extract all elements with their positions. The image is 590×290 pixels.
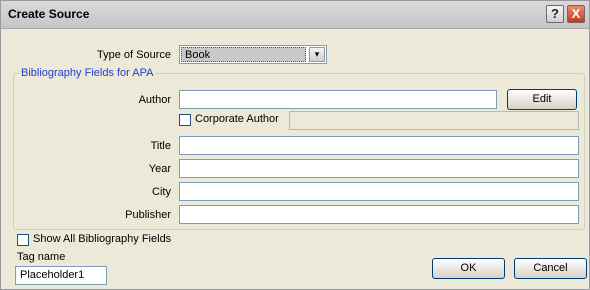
publisher-field[interactable] [179, 205, 579, 224]
author-label: Author [138, 94, 171, 106]
city-field[interactable] [179, 182, 579, 201]
close-icon: X [571, 6, 581, 21]
cancel-button[interactable]: Cancel [514, 258, 587, 279]
dialog-title: Create Source [8, 7, 90, 21]
corporate-author-checkbox[interactable] [179, 114, 191, 126]
title-bar[interactable]: Create Source ? X [1, 1, 589, 29]
create-source-dialog: Create Source ? X Type of Source Book ▾ … [0, 0, 590, 290]
corporate-author-label: Corporate Author [195, 113, 279, 125]
tag-name-field[interactable]: Placeholder1 [15, 266, 107, 285]
year-label: Year [148, 163, 171, 175]
publisher-label: Publisher [125, 209, 171, 221]
type-of-source-value: Book [181, 47, 306, 62]
tag-name-label: Tag name [17, 251, 66, 263]
title-label: Title [150, 140, 171, 152]
type-of-source-select[interactable]: Book ▾ [179, 45, 327, 64]
help-button[interactable]: ? [546, 5, 564, 23]
ok-button[interactable]: OK [432, 258, 505, 279]
chevron-down-icon[interactable]: ▾ [309, 47, 325, 62]
show-all-fields-checkbox[interactable] [17, 234, 29, 246]
city-label: City [152, 186, 171, 198]
year-field[interactable] [179, 159, 579, 178]
corporate-author-field [289, 111, 579, 130]
type-of-source-label: Type of Source [97, 49, 171, 61]
show-all-fields-label: Show All Bibliography Fields [33, 233, 172, 245]
title-field[interactable] [179, 136, 579, 155]
edit-author-button[interactable]: Edit [507, 89, 577, 110]
bibliography-fields-group-label: Bibliography Fields for APA [19, 67, 156, 79]
close-button[interactable]: X [567, 5, 585, 23]
author-field[interactable] [179, 90, 497, 109]
help-icon: ? [551, 6, 559, 21]
